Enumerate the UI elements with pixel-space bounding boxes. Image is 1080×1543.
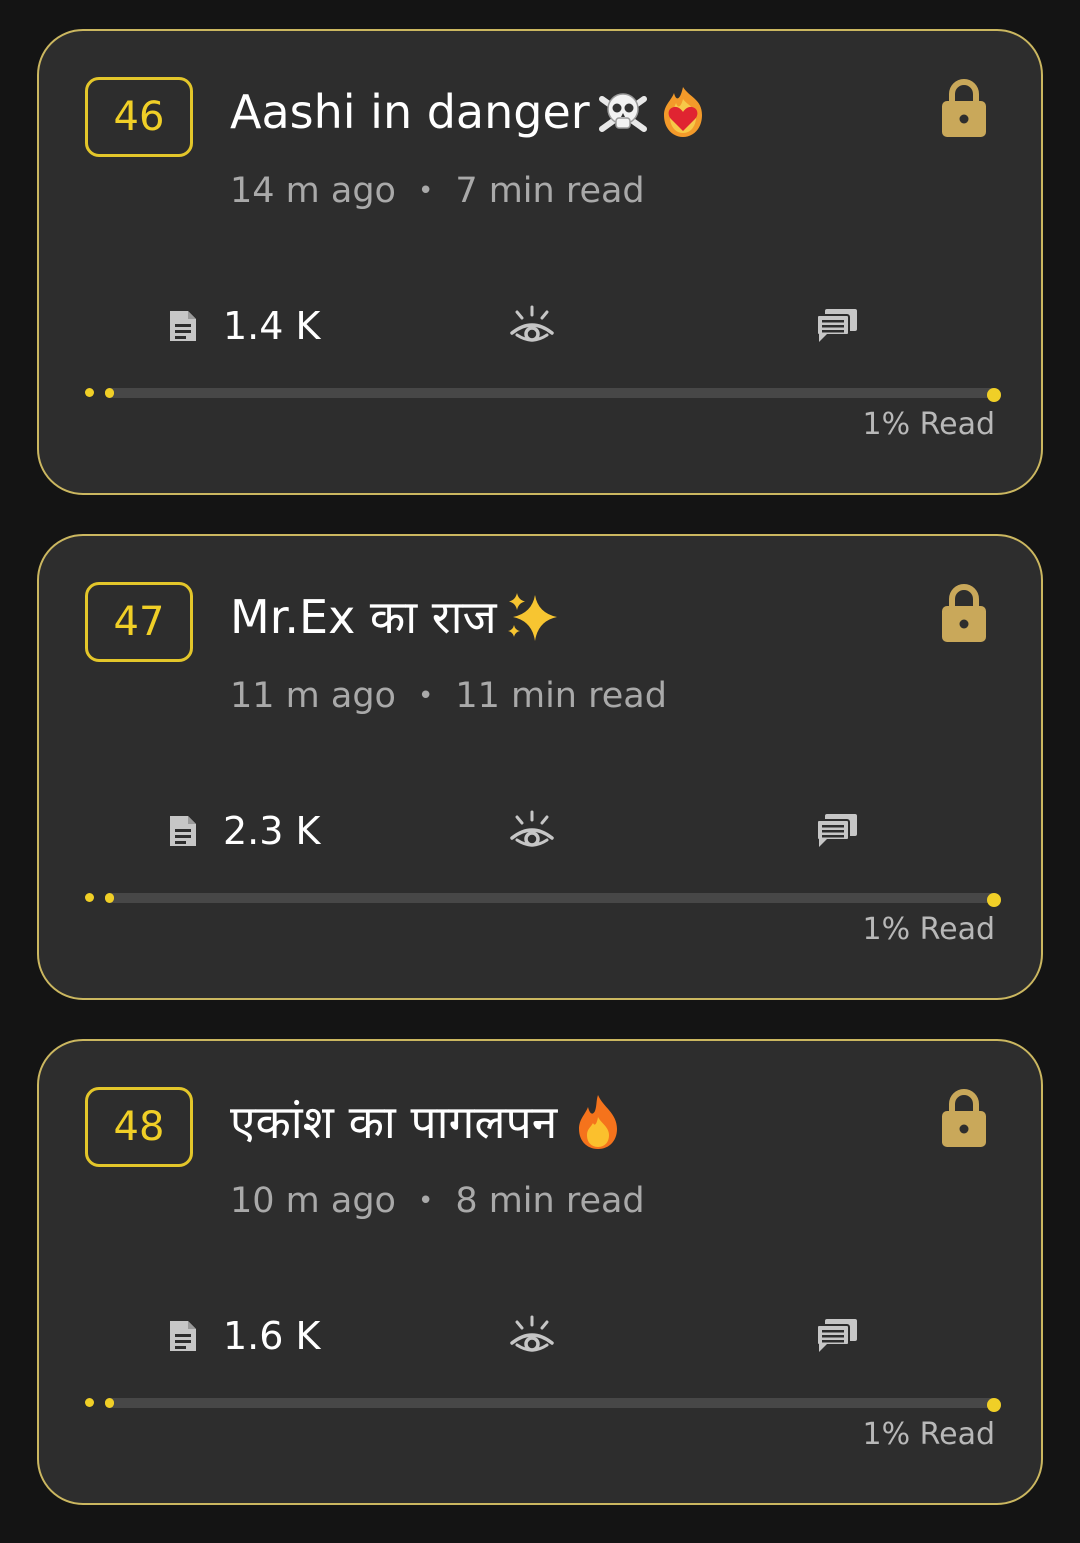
word-count-stat: 1.4 K bbox=[167, 301, 320, 351]
word-count-stat: 2.3 K bbox=[167, 806, 320, 856]
heart-on-fire-icon bbox=[656, 83, 710, 141]
comments-icon[interactable] bbox=[815, 812, 859, 848]
progress-track bbox=[105, 388, 1001, 402]
lock-icon bbox=[942, 584, 986, 642]
time-ago: 11 m ago bbox=[230, 676, 396, 716]
progress-end-dot bbox=[987, 893, 1001, 907]
episode-card-46[interactable]: 46 Aashi in danger 14 m ago • 7 min read… bbox=[37, 29, 1043, 495]
episode-meta: 14 m ago • 7 min read bbox=[230, 167, 645, 215]
episode-meta: 11 m ago • 11 min read bbox=[230, 672, 667, 720]
read-time: 11 min read bbox=[455, 676, 667, 716]
episode-meta: 10 m ago • 8 min read bbox=[230, 1177, 645, 1225]
stats-row: 1.4 K bbox=[39, 301, 1041, 351]
meta-separator: • bbox=[417, 681, 434, 711]
time-ago: 14 m ago bbox=[230, 171, 396, 211]
comments-icon[interactable] bbox=[815, 307, 859, 343]
read-time: 7 min read bbox=[455, 171, 645, 211]
progress-start-dot bbox=[85, 388, 94, 397]
progress-fill bbox=[105, 893, 114, 903]
progress-start-dot bbox=[85, 1398, 94, 1407]
episode-title: Aashi in danger bbox=[230, 85, 590, 139]
progress-track bbox=[105, 893, 1001, 907]
word-count: 1.6 K bbox=[223, 1314, 321, 1358]
progress-end-dot bbox=[987, 388, 1001, 402]
word-count: 1.4 K bbox=[223, 304, 321, 348]
episode-card-48[interactable]: 48 एकांश का पागलपन 10 m ago • 8 min read bbox=[37, 1039, 1043, 1505]
episode-title: Mr.Ex का राज bbox=[230, 590, 497, 644]
sparkles-icon bbox=[503, 589, 561, 645]
reading-progress-bar bbox=[85, 890, 1001, 907]
views-eye-icon[interactable] bbox=[509, 305, 555, 345]
skull-and-crossbones-icon bbox=[596, 85, 650, 139]
progress-fill bbox=[105, 1398, 114, 1408]
episode-number-badge: 48 bbox=[85, 1087, 193, 1167]
fire-icon bbox=[573, 1093, 623, 1151]
views-eye-icon[interactable] bbox=[509, 1315, 555, 1355]
meta-separator: • bbox=[417, 176, 434, 206]
meta-separator: • bbox=[417, 1186, 434, 1216]
episode-number-badge: 47 bbox=[85, 582, 193, 662]
comments-icon[interactable] bbox=[815, 1317, 859, 1353]
episode-title-row: Aashi in danger bbox=[230, 81, 710, 143]
read-percent-label: 1% Read bbox=[862, 912, 995, 947]
time-ago: 10 m ago bbox=[230, 1181, 396, 1221]
document-icon bbox=[170, 1321, 196, 1351]
progress-end-dot bbox=[987, 1398, 1001, 1412]
episode-card-47[interactable]: 47 Mr.Ex का राज 11 m ago • 11 min read 2… bbox=[37, 534, 1043, 1000]
read-percent-label: 1% Read bbox=[862, 407, 995, 442]
reading-progress-bar bbox=[85, 1395, 1001, 1412]
read-percent-label: 1% Read bbox=[862, 1417, 995, 1452]
reading-progress-bar bbox=[85, 385, 1001, 402]
word-count-stat: 1.6 K bbox=[167, 1311, 320, 1361]
views-eye-icon[interactable] bbox=[509, 810, 555, 850]
episode-title: एकांश का पागलपन bbox=[230, 1095, 558, 1149]
progress-track bbox=[105, 1398, 1001, 1412]
lock-icon bbox=[942, 79, 986, 137]
episode-number-badge: 46 bbox=[85, 77, 193, 157]
stats-row: 1.6 K bbox=[39, 1311, 1041, 1361]
episode-title-row: एकांश का पागलपन bbox=[230, 1091, 623, 1153]
episode-title-row: Mr.Ex का राज bbox=[230, 586, 561, 648]
stats-row: 2.3 K bbox=[39, 806, 1041, 856]
progress-fill bbox=[105, 388, 114, 398]
document-icon bbox=[170, 816, 196, 846]
progress-start-dot bbox=[85, 893, 94, 902]
read-time: 8 min read bbox=[455, 1181, 645, 1221]
lock-icon bbox=[942, 1089, 986, 1147]
word-count: 2.3 K bbox=[223, 809, 321, 853]
document-icon bbox=[170, 311, 196, 341]
